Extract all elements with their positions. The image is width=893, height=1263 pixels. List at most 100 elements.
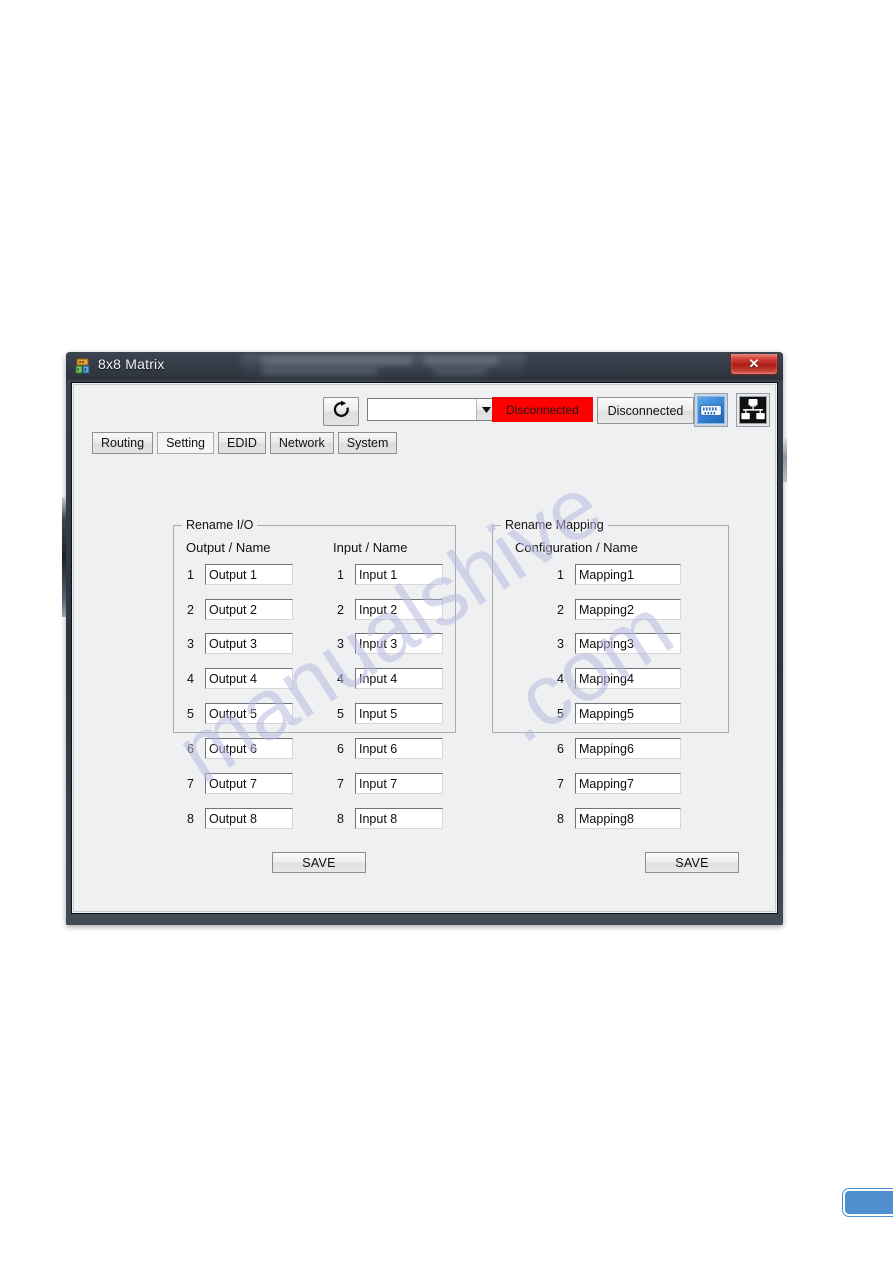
tab-network[interactable]: Network [269, 432, 334, 454]
rename-mapping-group: Rename Mapping Configuration / Name 1 Ma… [492, 518, 739, 873]
serial-connect-button[interactable] [694, 393, 728, 427]
client-inner-panel: Disconnected Disconnected Routing Settin… [73, 384, 776, 912]
tab-routing[interactable]: Routing [92, 432, 154, 454]
mapping-name-input[interactable]: Mapping5 [575, 703, 681, 724]
input-row-index: 2 [337, 602, 344, 617]
input-row: 4 Input 4 [337, 668, 443, 689]
input-row-index: 4 [337, 671, 344, 686]
output-column-header: Output / Name [186, 540, 271, 555]
input-name-input[interactable]: Input 8 [355, 808, 443, 829]
mapping-row: 7 Mapping7 [557, 773, 681, 794]
output-row: 8 Output 8 [187, 808, 293, 829]
input-name-input[interactable]: Input 5 [355, 703, 443, 724]
mapping-row-index: 3 [557, 636, 564, 651]
input-row-index: 7 [337, 776, 344, 791]
output-row: 7 Output 7 [187, 773, 293, 794]
input-name-input[interactable]: Input 6 [355, 738, 443, 759]
refresh-icon [332, 400, 351, 424]
mapping-row-index: 2 [557, 602, 564, 617]
mapping-name-input[interactable]: Mapping2 [575, 599, 681, 620]
input-name-input[interactable]: Input 3 [355, 633, 443, 654]
page-side-tab[interactable] [843, 1189, 893, 1216]
output-name-input[interactable]: Output 7 [205, 773, 293, 794]
input-row-index: 6 [337, 741, 344, 756]
output-name-input[interactable]: Output 3 [205, 633, 293, 654]
rename-mapping-group-title: Rename Mapping [501, 518, 608, 532]
mapping-name-input[interactable]: Mapping3 [575, 633, 681, 654]
output-row: 1 Output 1 [187, 564, 293, 585]
input-row-index: 5 [337, 706, 344, 721]
tab-edid[interactable]: EDID [218, 432, 266, 454]
input-row: 7 Input 7 [337, 773, 443, 794]
matrix-app-icon [75, 358, 91, 374]
network-connect-button[interactable] [736, 393, 770, 427]
main-tab-bar: Routing Setting EDID Network System [92, 432, 398, 454]
input-row: 8 Input 8 [337, 808, 443, 829]
titlebar-reflection-line-4 [434, 368, 486, 375]
input-column-header: Input / Name [333, 540, 408, 555]
com-port-select[interactable] [367, 398, 497, 421]
input-row-index: 8 [337, 811, 344, 826]
mapping-row: 3 Mapping3 [557, 633, 681, 654]
output-row-index: 5 [187, 706, 194, 721]
input-row: 2 Input 2 [337, 599, 443, 620]
mapping-row-index: 1 [557, 567, 564, 582]
output-name-input[interactable]: Output 4 [205, 668, 293, 689]
mapping-name-input[interactable]: Mapping1 [575, 564, 681, 585]
window-titlebar[interactable]: 8x8 Matrix ✕ [66, 352, 783, 380]
mapping-row: 4 Mapping4 [557, 668, 681, 689]
titlebar-reflection-line-1 [262, 357, 412, 365]
refresh-button[interactable] [323, 397, 359, 426]
mapping-name-input[interactable]: Mapping7 [575, 773, 681, 794]
titlebar-reflection-line-3 [424, 357, 498, 365]
mapping-row: 1 Mapping1 [557, 564, 681, 585]
window-title: 8x8 Matrix [98, 356, 165, 372]
save-io-button[interactable]: SAVE [272, 852, 366, 873]
mapping-name-input[interactable]: Mapping8 [575, 808, 681, 829]
network-topology-icon [739, 396, 767, 424]
mapping-row-index: 7 [557, 776, 564, 791]
output-row-index: 2 [187, 602, 194, 617]
output-name-input[interactable]: Output 8 [205, 808, 293, 829]
mapping-row-index: 5 [557, 706, 564, 721]
rename-io-group-title: Rename I/O [182, 518, 258, 532]
connection-status-field: Disconnected [597, 397, 694, 424]
connection-status-badge: Disconnected [492, 397, 593, 422]
input-row: 3 Input 3 [337, 633, 443, 654]
input-row: 5 Input 5 [337, 703, 443, 724]
output-name-input[interactable]: Output 6 [205, 738, 293, 759]
input-row: 1 Input 1 [337, 564, 443, 585]
mapping-row: 6 Mapping6 [557, 738, 681, 759]
mapping-row-index: 4 [557, 671, 564, 686]
output-name-input[interactable]: Output 2 [205, 599, 293, 620]
mapping-row: 2 Mapping2 [557, 599, 681, 620]
output-name-input[interactable]: Output 1 [205, 564, 293, 585]
tab-system[interactable]: System [337, 432, 398, 454]
output-row-index: 4 [187, 671, 194, 686]
rename-io-group: Rename I/O Output / Name Input / Name 1 … [173, 518, 456, 873]
output-row: 6 Output 6 [187, 738, 293, 759]
input-name-input[interactable]: Input 7 [355, 773, 443, 794]
com-port-value[interactable] [368, 399, 476, 420]
input-name-input[interactable]: Input 4 [355, 668, 443, 689]
close-button[interactable]: ✕ [730, 354, 778, 375]
input-name-input[interactable]: Input 1 [355, 564, 443, 585]
mapping-name-input[interactable]: Mapping4 [575, 668, 681, 689]
output-row: 2 Output 2 [187, 599, 293, 620]
input-name-input[interactable]: Input 2 [355, 599, 443, 620]
window-left-edge-decoration [62, 497, 66, 617]
input-row-index: 3 [337, 636, 344, 651]
window-right-edge-decoration [783, 438, 787, 482]
titlebar-reflection-line-2 [262, 368, 377, 375]
output-name-input[interactable]: Output 5 [205, 703, 293, 724]
save-mapping-button[interactable]: SAVE [645, 852, 739, 873]
output-row-index: 3 [187, 636, 194, 651]
input-row-index: 1 [337, 567, 344, 582]
tab-setting[interactable]: Setting [157, 432, 215, 454]
output-row-index: 1 [187, 567, 194, 582]
mapping-row: 5 Mapping5 [557, 703, 681, 724]
serial-port-icon [697, 396, 725, 424]
output-row: 3 Output 3 [187, 633, 293, 654]
output-row: 5 Output 5 [187, 703, 293, 724]
mapping-name-input[interactable]: Mapping6 [575, 738, 681, 759]
